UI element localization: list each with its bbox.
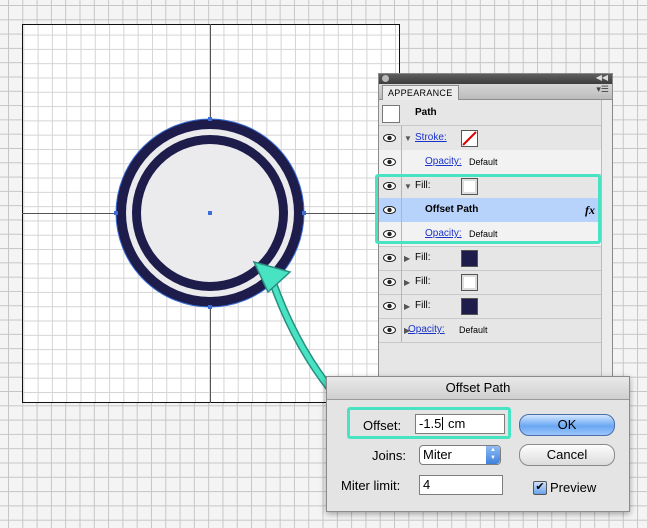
disclosure-closed-icon[interactable]: ▶ <box>404 254 410 263</box>
visibility-eye-icon[interactable] <box>379 294 402 318</box>
preview-checkbox[interactable]: ✔ <box>533 481 547 495</box>
none-swatch-icon[interactable] <box>461 130 478 147</box>
visibility-eye-icon[interactable] <box>379 246 402 270</box>
row-value: Default <box>469 157 498 167</box>
appearance-row-path[interactable]: Path <box>379 101 601 126</box>
offset-highlight-callout <box>347 407 511 439</box>
joins-label: Joins: <box>372 448 406 463</box>
row-label[interactable]: Opacity: <box>408 324 445 335</box>
color-swatch[interactable] <box>461 274 478 291</box>
anchor-top[interactable] <box>208 117 212 121</box>
miter-limit-value: 4 <box>423 477 431 492</box>
joins-select[interactable]: Miter ▲ ▼ <box>419 445 501 465</box>
panel-close-icon[interactable] <box>382 75 389 82</box>
miter-limit-field[interactable]: 4 <box>419 475 503 495</box>
appearance-row[interactable]: ▼ Stroke: <box>379 126 601 151</box>
disclosure-open-icon[interactable]: ▼ <box>404 134 412 143</box>
fill-highlight-callout <box>375 174 601 244</box>
disclosure-closed-icon[interactable]: ▶ <box>404 302 410 311</box>
panel-tabbar: APPEARANCE ▾☰ <box>379 84 612 100</box>
row-label: Fill: <box>415 276 431 287</box>
row-label: Fill: <box>415 252 431 263</box>
appearance-row[interactable]: ▶ Opacity: Default <box>379 318 601 343</box>
anchor-bottom[interactable] <box>208 305 212 309</box>
path-thumbnail <box>382 105 400 123</box>
joins-value: Miter <box>423 447 452 462</box>
anchor-left[interactable] <box>114 211 118 215</box>
visibility-eye-icon[interactable] <box>379 318 402 342</box>
offset-path-dialog: Offset Path Offset: -1.5 cm Joins: Miter… <box>326 376 630 512</box>
color-swatch[interactable] <box>461 298 478 315</box>
select-arrows-icon: ▲ ▼ <box>486 446 500 464</box>
panel-titlebar[interactable]: ◀◀ <box>379 73 612 84</box>
panel-scrollbar[interactable] <box>601 100 612 379</box>
visibility-eye-icon[interactable] <box>379 270 402 294</box>
color-swatch[interactable] <box>461 250 478 267</box>
row-label: Fill: <box>415 300 431 311</box>
panel-menu-icon[interactable]: ▾☰ <box>596 84 609 95</box>
visibility-eye-icon[interactable] <box>379 126 402 150</box>
disclosure-closed-icon[interactable]: ▶ <box>404 278 410 287</box>
appearance-row[interactable]: ▶ Fill: <box>379 294 601 319</box>
visibility-eye-icon[interactable] <box>379 150 402 174</box>
appearance-row[interactable]: Opacity: Default <box>379 150 601 175</box>
row-value: Default <box>459 325 488 335</box>
ok-button[interactable]: OK <box>519 414 615 436</box>
row-label[interactable]: Opacity: <box>425 156 462 167</box>
appearance-row[interactable]: ▶ Fill: <box>379 246 601 271</box>
preview-label: Preview <box>550 480 597 495</box>
collapse-icon[interactable]: ◀◀ <box>596 73 608 82</box>
row-label[interactable]: Stroke: <box>415 132 447 143</box>
dialog-title: Offset Path <box>327 377 629 400</box>
anchor-right[interactable] <box>302 211 306 215</box>
miter-limit-label: Miter limit: <box>341 478 401 493</box>
center-point <box>208 211 212 215</box>
object-type-label: Path <box>415 107 437 118</box>
tab-appearance[interactable]: APPEARANCE <box>382 85 459 100</box>
cancel-button[interactable]: Cancel <box>519 444 615 466</box>
appearance-row[interactable]: ▶ Fill: <box>379 270 601 295</box>
